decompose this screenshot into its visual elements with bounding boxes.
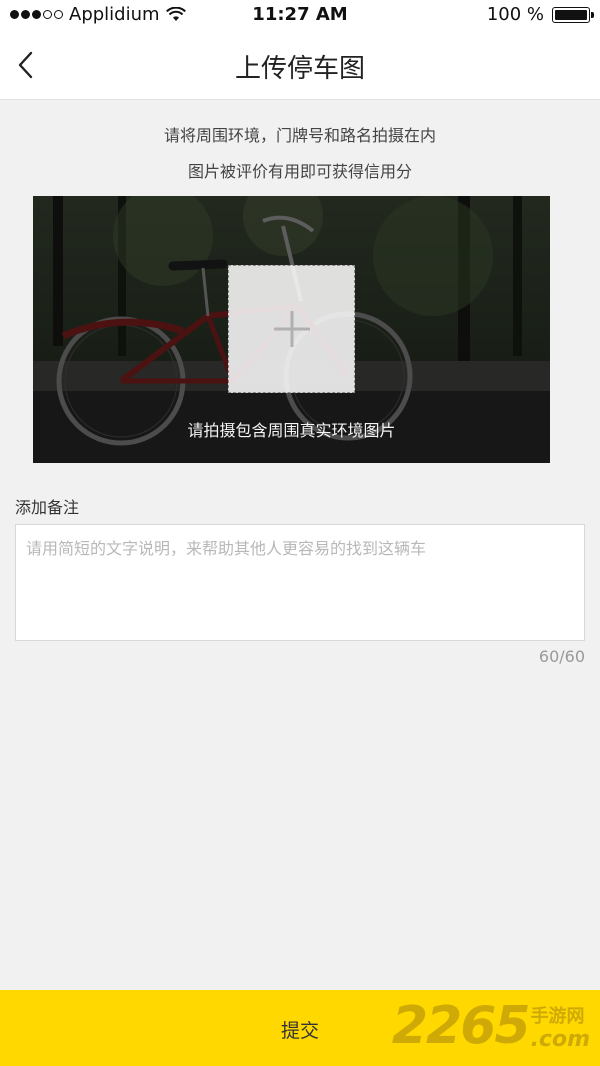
status-right: 100 % <box>486 4 594 25</box>
status-bar: Applidium 11:27 AM 100 % <box>0 0 600 30</box>
battery-icon <box>552 6 594 23</box>
navigation-bar: 上传停车图 <box>0 30 600 100</box>
battery-percent: 100 % <box>486 4 544 25</box>
submit-button[interactable]: 提交 2265 手游网 .com <box>0 990 600 1066</box>
watermark-logo: 2265 手游网 .com <box>392 994 590 1058</box>
char-counter: 60/60 <box>538 647 585 666</box>
remark-label: 添加备注 <box>15 498 80 517</box>
instruction-line-1: 请将周围环境，门牌号和路名拍摄在内 <box>163 126 436 145</box>
photo-upload-area[interactable]: 请拍摄包含周围真实环境图片 <box>33 196 550 463</box>
add-photo-button[interactable] <box>228 265 355 393</box>
photo-hint: 请拍摄包含周围真实环境图片 <box>187 421 396 440</box>
watermark-number: 2265 <box>391 996 531 1056</box>
watermark-site-cn: 手游网 <box>530 1006 585 1027</box>
plus-icon <box>273 311 310 347</box>
remark-input[interactable] <box>15 524 585 641</box>
watermark-site-com: .com <box>530 1027 590 1052</box>
instruction-line-2: 图片被评价有用即可获得信用分 <box>187 162 412 181</box>
page-title: 上传停车图 <box>234 54 365 84</box>
